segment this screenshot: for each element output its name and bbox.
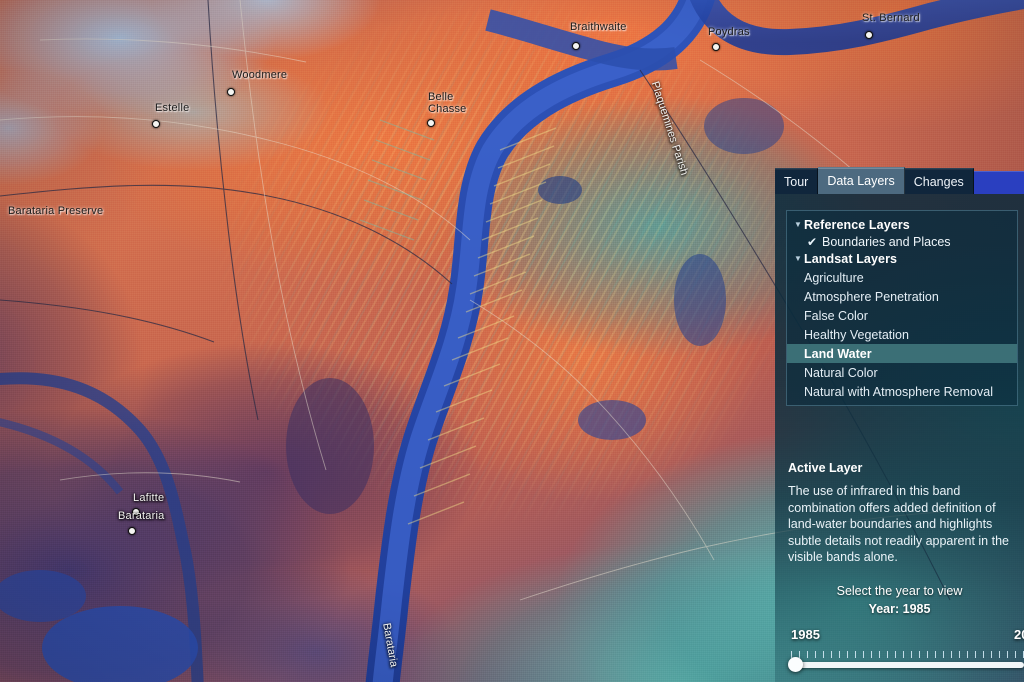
map-place-marker[interactable] — [152, 120, 160, 128]
layer-item-atmosphere-penetration[interactable]: Atmosphere Penetration — [787, 287, 1017, 306]
layer-item-land-water[interactable]: Land Water — [787, 344, 1017, 363]
map-place-marker[interactable] — [128, 527, 136, 535]
water-body — [286, 378, 374, 514]
year-slider-ticks — [791, 651, 1024, 658]
map-place-marker[interactable] — [227, 88, 235, 96]
panel-tab-strip[interactable]: Tour Data Layers Changes — [775, 166, 1024, 194]
river-bend-north — [690, 0, 1024, 56]
water-body — [704, 98, 784, 154]
tab-strip-filler — [973, 171, 1024, 194]
tab-data-layers-label: Data Layers — [827, 174, 895, 188]
layer-item-agriculture[interactable]: Agriculture — [787, 268, 1017, 287]
water-body — [538, 176, 582, 204]
app-root: Braithwaite Poydras St. Bernard Woodmere Est… — [0, 0, 1024, 682]
group-landsat-layers-label: Landsat Layers — [804, 252, 898, 266]
chevron-down-icon[interactable]: ▼ — [792, 255, 804, 263]
checkmark-icon[interactable]: ✔ — [807, 236, 822, 248]
year-slider-value-label: Year: 1985 — [868, 602, 931, 616]
group-landsat-layers[interactable]: ▼ Landsat Layers — [787, 250, 1017, 268]
data-layers-panel[interactable]: Tour Data Layers Changes ▼ Reference Lay… — [775, 166, 1024, 682]
layer-tree[interactable]: ▼ Reference Layers ✔ Boundaries and Plac… — [786, 210, 1018, 406]
map-place-marker[interactable] — [712, 43, 720, 51]
map-place-marker[interactable] — [132, 508, 140, 516]
group-reference-layers-label: Reference Layers — [804, 218, 910, 232]
layer-item-natural-color[interactable]: Natural Color — [787, 363, 1017, 382]
tab-tour[interactable]: Tour — [775, 168, 819, 194]
year-slider-max-label: 20 — [1014, 627, 1024, 642]
year-slider-caption: Select the year to view — [836, 584, 963, 598]
tab-changes[interactable]: Changes — [904, 168, 974, 194]
map-place-marker[interactable] — [427, 119, 435, 127]
year-slider-track[interactable] — [791, 662, 1024, 668]
tab-data-layers[interactable]: Data Layers — [818, 167, 905, 194]
checkbox-boundaries-and-places-label: Boundaries and Places — [822, 235, 951, 249]
water-body — [0, 570, 86, 622]
year-slider-min-label: 1985 — [791, 627, 820, 642]
map-place-marker[interactable] — [865, 31, 873, 39]
active-layer-description: The use of infrared in this band combina… — [788, 484, 1009, 564]
tab-changes-label: Changes — [913, 174, 964, 189]
year-slider-thumb[interactable] — [788, 657, 803, 672]
layer-item-natural-with-atmosphere-removal[interactable]: Natural with Atmosphere Removal — [787, 382, 1017, 401]
group-reference-layers[interactable]: ▼ Reference Layers — [787, 216, 1017, 234]
tab-tour-label: Tour — [784, 174, 809, 189]
layer-item-false-color[interactable]: False Color — [787, 306, 1017, 325]
panel-body: ▼ Reference Layers ✔ Boundaries and Plac… — [775, 190, 1024, 682]
chevron-down-icon[interactable]: ▼ — [792, 221, 804, 229]
map-place-marker[interactable] — [572, 42, 580, 50]
checkbox-boundaries-and-places[interactable]: ✔ Boundaries and Places — [787, 234, 1017, 250]
water-body — [578, 400, 646, 440]
water-body — [674, 254, 726, 346]
active-layer-title: Active Layer — [788, 461, 863, 475]
layer-item-healthy-vegetation[interactable]: Healthy Vegetation — [787, 325, 1017, 344]
